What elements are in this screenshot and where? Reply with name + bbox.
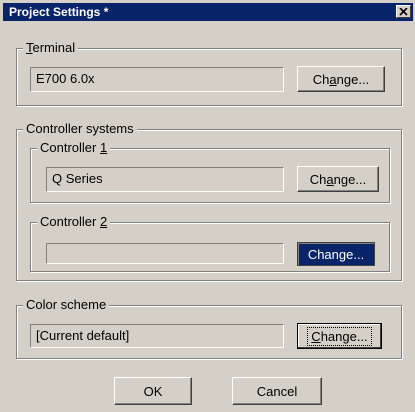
- title-bar: Project Settings *: [3, 3, 413, 21]
- close-icon: [399, 7, 408, 16]
- controller-systems-label: Controller systems: [23, 121, 137, 137]
- project-settings-dialog: Project Settings * Terminal E700 6.0x Ch…: [0, 0, 415, 412]
- cancel-button[interactable]: Cancel: [232, 377, 322, 405]
- controller2-label: Controller 2: [37, 214, 111, 230]
- controller1-value: Q Series: [52, 171, 103, 186]
- controller2-change-button[interactable]: Change...: [297, 242, 375, 266]
- color-scheme-field: [Current default]: [30, 324, 284, 348]
- controller1-label: Controller 1: [37, 140, 111, 156]
- terminal-change-button[interactable]: Ch a nge...: [297, 66, 385, 92]
- controller2-field: [46, 243, 284, 264]
- controller1-field: Q Series: [46, 167, 284, 192]
- controller1-change-button[interactable]: Ch a nge...: [297, 166, 379, 192]
- terminal-value: E700 6.0x: [36, 71, 95, 86]
- color-scheme-change-button[interactable]: Change...: [297, 323, 382, 349]
- ok-button[interactable]: OK: [114, 377, 192, 405]
- window-title: Project Settings *: [9, 5, 109, 19]
- color-scheme-value: [Current default]: [36, 328, 130, 343]
- terminal-field: E700 6.0x: [30, 67, 284, 92]
- color-scheme-label: Color scheme: [23, 297, 110, 313]
- close-button[interactable]: [396, 5, 411, 18]
- terminal-group-label: Terminal: [23, 40, 79, 56]
